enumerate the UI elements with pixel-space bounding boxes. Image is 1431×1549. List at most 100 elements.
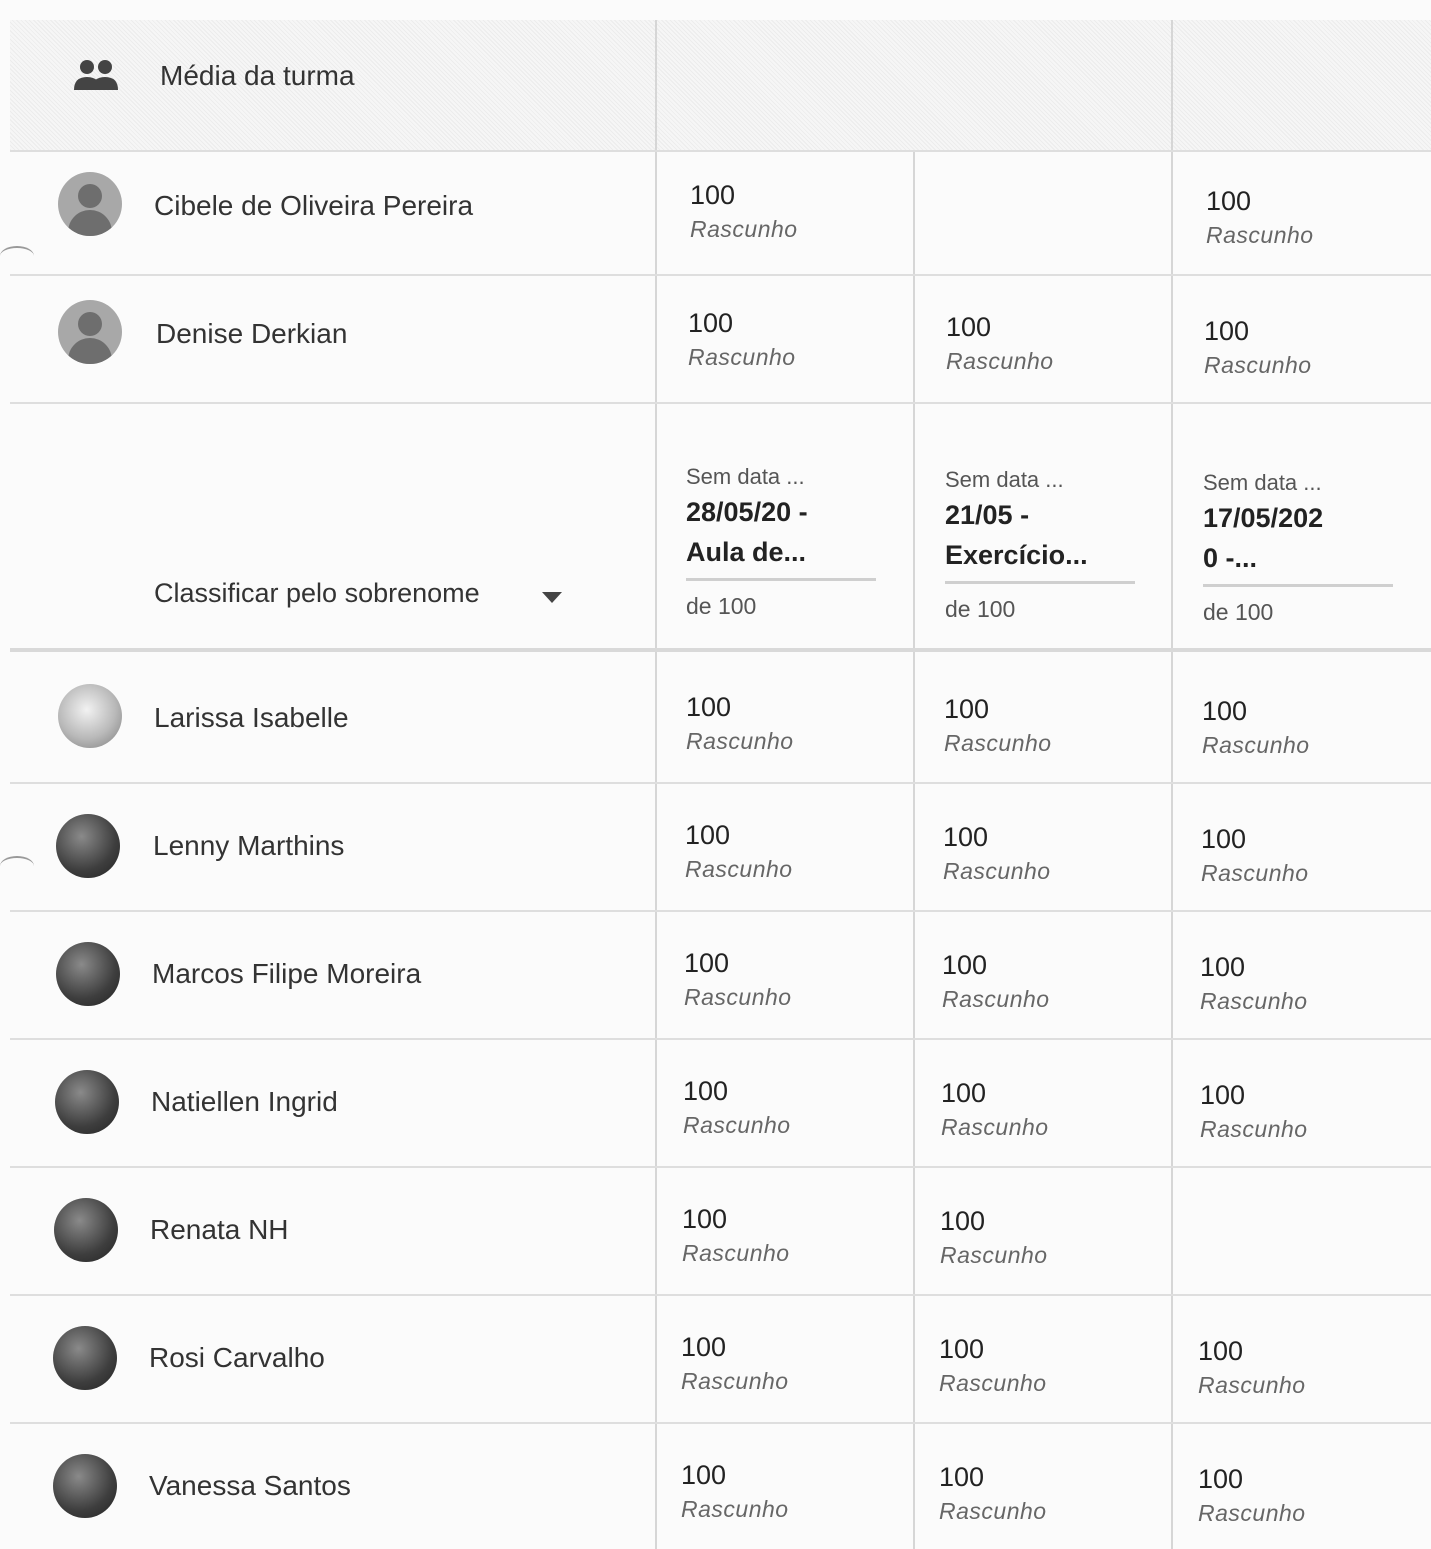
student-cell[interactable]: Renata NH bbox=[50, 1168, 650, 1294]
grade-cell[interactable]: 100 Rascunho bbox=[1198, 1334, 1306, 1402]
student-row[interactable]: Marcos Filipe Moreira 100 Rascunho 100 R… bbox=[0, 912, 1431, 1038]
grade-status: Rascunho bbox=[683, 1112, 791, 1138]
student-photo-avatar bbox=[53, 1326, 117, 1390]
grade-cell[interactable]: 100 Rascunho bbox=[1200, 950, 1308, 1018]
student-name[interactable]: Vanessa Santos bbox=[149, 1470, 351, 1502]
grade-cell[interactable]: 100 Rascunho bbox=[688, 306, 796, 374]
grade-status: Rascunho bbox=[941, 1114, 1049, 1140]
student-cell[interactable]: Lenny Marthins bbox=[50, 784, 650, 910]
grade-cell[interactable]: 100 Rascunho bbox=[940, 1204, 1048, 1272]
grade-cell[interactable]: 100 Rascunho bbox=[681, 1330, 789, 1398]
student-row[interactable]: Lenny Marthins 100 Rascunho 100 Rascunho… bbox=[0, 784, 1431, 910]
grade-value: 100 bbox=[939, 1334, 985, 1364]
grade-cell[interactable]: 100 Rascunho bbox=[690, 178, 798, 246]
assignment-header[interactable]: Sem data ... 28/05/20 - Aula de... de 10… bbox=[686, 462, 886, 620]
grade-value: 100 bbox=[1198, 1336, 1244, 1366]
student-row[interactable]: Natiellen Ingrid 100 Rascunho 100 Rascun… bbox=[0, 1040, 1431, 1166]
student-photo-avatar bbox=[55, 1070, 119, 1134]
title-underline bbox=[945, 581, 1135, 584]
grade-status: Rascunho bbox=[1202, 732, 1310, 758]
grade-status: Rascunho bbox=[946, 348, 1054, 374]
grade-cell[interactable]: 100 Rascunho bbox=[685, 818, 793, 886]
grade-value: 100 bbox=[1201, 824, 1247, 854]
default-avatar-icon bbox=[58, 172, 122, 236]
grade-cell[interactable]: 100 Rascunho bbox=[946, 310, 1054, 378]
assignment-title[interactable]: 21/05 - bbox=[945, 495, 1145, 535]
grade-cell[interactable]: 100 Rascunho bbox=[682, 1202, 790, 1270]
grade-cell[interactable]: 100 Rascunho bbox=[1206, 184, 1314, 252]
grade-cell[interactable]: 100 Rascunho bbox=[1200, 1078, 1308, 1146]
student-cell[interactable]: Rosi Carvalho bbox=[50, 1296, 650, 1422]
grade-cell[interactable]: 100 Rascunho bbox=[1201, 822, 1309, 890]
assignment-max-points: de 100 bbox=[945, 596, 1016, 622]
class-average-label: Média da turma bbox=[160, 60, 355, 91]
student-name[interactable]: Marcos Filipe Moreira bbox=[152, 958, 421, 990]
grade-cell[interactable]: 100 Rascunho bbox=[943, 820, 1051, 888]
assignment-header[interactable]: Sem data ... 17/05/202 0 -... de 100 bbox=[1203, 468, 1403, 626]
student-row[interactable]: Denise Derkian 100 Rascunho 100 Rascunho… bbox=[0, 276, 1431, 402]
assignment-title[interactable]: 28/05/20 - bbox=[686, 492, 886, 532]
student-name[interactable]: Larissa Isabelle bbox=[154, 702, 349, 734]
assignment-no-date: Sem data ... bbox=[945, 467, 1064, 492]
student-cell[interactable]: Larissa Isabelle bbox=[50, 654, 650, 782]
dropdown-arrow-icon[interactable] bbox=[542, 592, 562, 603]
student-cell[interactable]: Cibele de Oliveira Pereira bbox=[50, 150, 650, 274]
student-row[interactable]: Cibele de Oliveira Pereira 100 Rascunho … bbox=[0, 150, 1431, 274]
student-photo-avatar bbox=[58, 684, 122, 748]
student-row[interactable]: Vanessa Santos 100 Rascunho 100 Rascunho… bbox=[0, 1424, 1431, 1549]
grade-status: Rascunho bbox=[1198, 1372, 1306, 1398]
student-row[interactable]: Larissa Isabelle 100 Rascunho 100 Rascun… bbox=[0, 654, 1431, 782]
gradebook-sheet: Média da turma Cibele de Oliveira Pereir… bbox=[0, 0, 1431, 1549]
grade-status: Rascunho bbox=[690, 216, 798, 242]
grade-cell[interactable]: 100 Rascunho bbox=[683, 1074, 791, 1142]
grade-value: 100 bbox=[1206, 186, 1252, 216]
grade-cell[interactable]: 100 Rascunho bbox=[941, 1076, 1049, 1144]
student-name[interactable]: Renata NH bbox=[150, 1214, 289, 1246]
student-name[interactable]: Natiellen Ingrid bbox=[151, 1086, 338, 1118]
grade-cell[interactable]: 100 Rascunho bbox=[681, 1458, 789, 1526]
grade-cell[interactable]: 100 Rascunho bbox=[939, 1332, 1047, 1400]
grade-value: 100 bbox=[1204, 316, 1250, 346]
grade-value: 100 bbox=[681, 1460, 727, 1490]
grade-value: 100 bbox=[690, 180, 736, 210]
student-name[interactable]: Denise Derkian bbox=[156, 318, 347, 350]
grade-status: Rascunho bbox=[944, 730, 1052, 756]
row-divider bbox=[10, 402, 1431, 404]
student-name[interactable]: Rosi Carvalho bbox=[149, 1342, 325, 1374]
grade-cell[interactable]: 100 Rascunho bbox=[939, 1460, 1047, 1528]
assignment-title[interactable]: 17/05/202 bbox=[1203, 498, 1403, 538]
student-photo-avatar bbox=[56, 814, 120, 878]
student-row[interactable]: Rosi Carvalho 100 Rascunho 100 Rascunho … bbox=[0, 1296, 1431, 1422]
grade-value: 100 bbox=[684, 948, 730, 978]
assignment-title[interactable]: 0 -... bbox=[1203, 538, 1403, 578]
student-row[interactable]: Renata NH 100 Rascunho 100 Rascunho bbox=[0, 1168, 1431, 1294]
assignment-title[interactable]: Aula de... bbox=[686, 532, 886, 572]
student-cell[interactable]: Marcos Filipe Moreira bbox=[50, 912, 650, 1038]
grade-status: Rascunho bbox=[1201, 860, 1309, 886]
default-avatar-icon bbox=[58, 300, 122, 364]
grade-status: Rascunho bbox=[681, 1496, 789, 1522]
grade-status: Rascunho bbox=[1204, 352, 1312, 378]
grade-value: 100 bbox=[1198, 1464, 1244, 1494]
grade-status: Rascunho bbox=[686, 728, 794, 754]
grade-status: Rascunho bbox=[681, 1368, 789, 1394]
grade-cell[interactable]: 100 Rascunho bbox=[1202, 694, 1310, 762]
student-cell[interactable]: Vanessa Santos bbox=[50, 1424, 650, 1549]
student-cell[interactable]: Natiellen Ingrid bbox=[50, 1040, 650, 1166]
student-name[interactable]: Lenny Marthins bbox=[153, 830, 344, 862]
assignment-max-points: de 100 bbox=[686, 593, 757, 619]
grade-cell[interactable]: 100 Rascunho bbox=[942, 948, 1050, 1016]
grade-cell[interactable]: 100 Rascunho bbox=[1204, 314, 1312, 382]
grade-cell[interactable]: 100 Rascunho bbox=[1198, 1462, 1306, 1530]
grade-value: 100 bbox=[686, 692, 732, 722]
grade-cell[interactable]: 100 Rascunho bbox=[944, 692, 1052, 760]
group-icon bbox=[74, 60, 118, 90]
student-name[interactable]: Cibele de Oliveira Pereira bbox=[154, 190, 473, 222]
grade-cell[interactable]: 100 Rascunho bbox=[684, 946, 792, 1014]
sort-by-surname-dropdown[interactable]: Classificar pelo sobrenome bbox=[154, 578, 480, 609]
grade-value: 100 bbox=[942, 950, 988, 980]
assignment-header[interactable]: Sem data ... 21/05 - Exercício... de 100 bbox=[945, 465, 1145, 623]
assignment-title[interactable]: Exercício... bbox=[945, 535, 1145, 575]
grade-cell[interactable]: 100 Rascunho bbox=[686, 690, 794, 758]
student-cell[interactable]: Denise Derkian bbox=[50, 276, 650, 402]
